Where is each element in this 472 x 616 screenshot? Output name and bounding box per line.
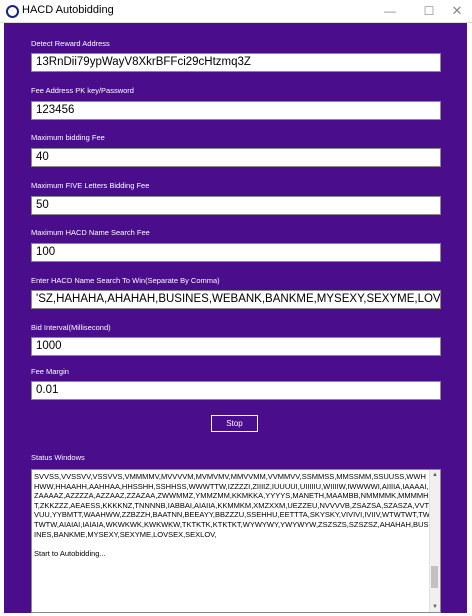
reward-address-label: Detect Reward Address <box>31 39 110 48</box>
window-title: HACD Autobidding <box>22 4 114 16</box>
status-log-text: SVVSS,VVSSVV,VSSVVS,VMMMMV,MVVVVM,MVMVMV… <box>34 472 430 558</box>
max-five-letters-fee-input[interactable]: 50 <box>31 196 441 215</box>
status-scrollbar[interactable]: ▲ ▼ <box>429 470 440 612</box>
fee-margin-input[interactable]: 0.01 <box>31 381 441 400</box>
fee-address-label: Fee Address PK key/Password <box>31 86 134 95</box>
scroll-down-icon[interactable]: ▼ <box>430 602 440 612</box>
status-textarea[interactable]: SVVSS,VVSSVV,VSSVVS,VMMMMV,MVVVVM,MVMVMV… <box>31 469 441 613</box>
reward-address-input[interactable]: 13RnDii79ypWayV8XkrBFFci29cHtzmq3Z <box>31 53 441 72</box>
max-bidding-fee-input[interactable]: 40 <box>31 148 441 167</box>
circle-app-icon <box>6 5 19 18</box>
close-icon[interactable]: ✕ <box>440 0 472 22</box>
bid-interval-label: Bid Interval(Millisecond) <box>31 323 111 332</box>
bid-interval-input[interactable]: 1000 <box>31 337 441 356</box>
scroll-up-icon[interactable]: ▲ <box>430 470 440 480</box>
fee-address-input[interactable]: 123456 <box>31 101 441 120</box>
max-bidding-fee-label: Maximum bidding Fee <box>31 133 105 142</box>
fee-margin-label: Fee Margin <box>31 367 69 376</box>
max-hacd-name-search-fee-input[interactable]: 100 <box>31 243 441 262</box>
hacd-names-label: Enter HACD Name Search To Win(Separate B… <box>31 276 220 285</box>
main-panel: Detect Reward Address 13RnDii79ypWayV8Xk… <box>4 23 467 613</box>
scroll-thumb[interactable] <box>431 566 438 588</box>
status-windows-label: Status Windows <box>31 453 85 462</box>
max-five-letters-fee-label: Maximum FIVE Letters Bidding Fee <box>31 181 150 190</box>
hacd-names-input[interactable]: 'SZ,HAHAHA,AHAHAH,BUSINES,WEBANK,BANKME,… <box>31 290 441 309</box>
stop-button[interactable]: Stop <box>211 415 258 432</box>
max-hacd-name-search-fee-label: Maximum HACD Name Search Fee <box>31 228 150 237</box>
title-bar: HACD Autobidding — ☐ ✕ <box>0 0 472 23</box>
minimize-icon[interactable]: — <box>373 0 407 22</box>
